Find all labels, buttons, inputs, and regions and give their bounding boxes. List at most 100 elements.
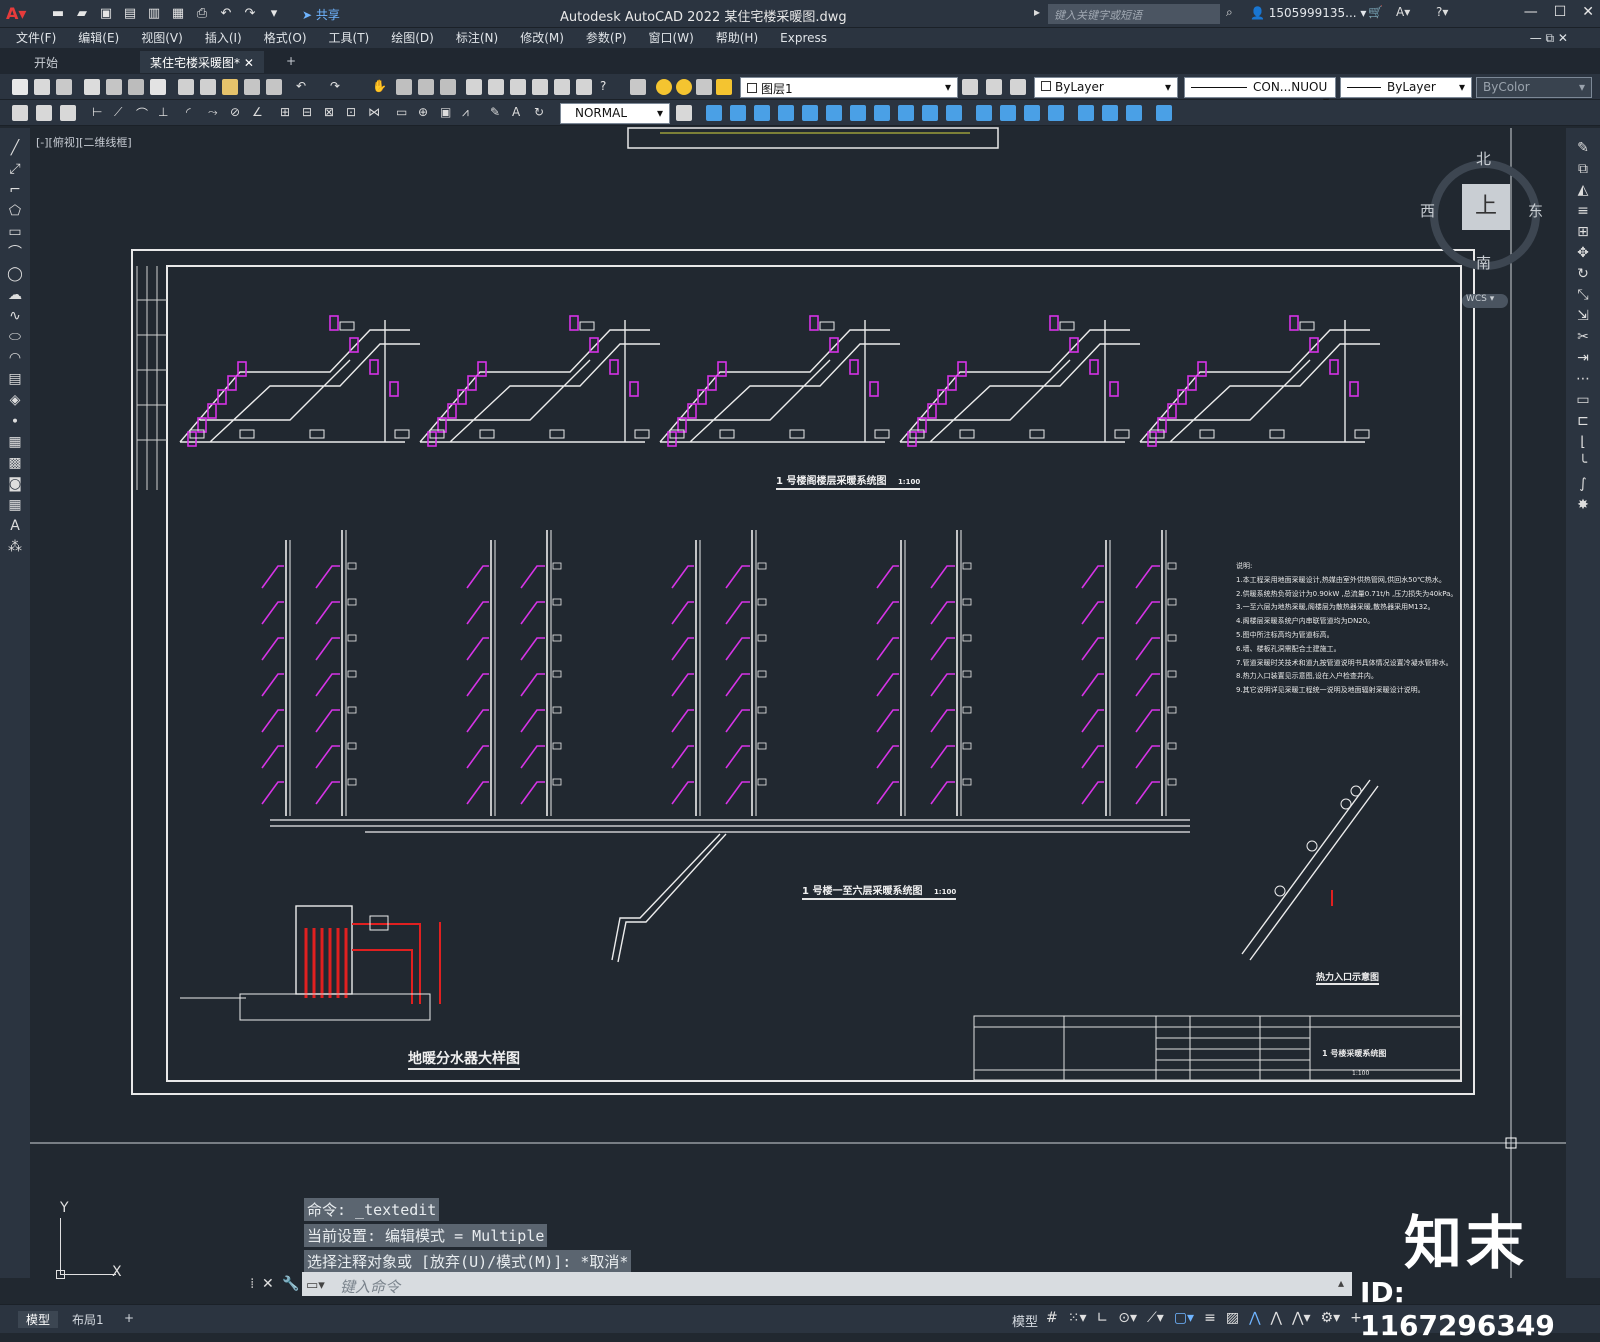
attic-heating-system-diagram — [179, 315, 1380, 447]
valve — [962, 562, 972, 570]
pipe-loop — [419, 329, 660, 443]
radiator-tag — [634, 429, 650, 439]
tab-layout1[interactable]: 布局1 — [72, 1311, 104, 1328]
ortho-icon[interactable]: ∟ — [1097, 1310, 1109, 1326]
valve — [552, 634, 562, 642]
viewcube-top-face[interactable]: 上 — [1462, 184, 1510, 230]
valve — [757, 742, 767, 750]
compass-west[interactable]: 西 — [1420, 200, 1435, 221]
valve — [552, 742, 562, 750]
floor-branch — [876, 745, 899, 769]
valve — [347, 634, 357, 642]
ucs-y-axis — [60, 1218, 61, 1274]
titleblock-sheet-name: 1 号楼采暖系统图 — [1322, 1049, 1387, 1058]
command-input[interactable] — [302, 1272, 1352, 1296]
workspace-icon[interactable]: ⚙▾ — [1321, 1310, 1341, 1326]
radiator-tag — [1029, 429, 1045, 439]
floor-branch — [930, 637, 955, 661]
command-scroll-icon[interactable]: ▴ — [1338, 1276, 1344, 1290]
radiator — [809, 315, 819, 331]
command-prompt-icon[interactable]: ▭▾ — [306, 1278, 325, 1293]
model-space-button[interactable]: 模型 — [1012, 1311, 1038, 1330]
floor-branch — [930, 601, 955, 625]
command-line-grip[interactable]: ⁞ — [250, 1276, 254, 1292]
command-close-icon[interactable]: ✕ — [262, 1276, 274, 1292]
lineweight-icon[interactable]: ≡ — [1204, 1310, 1216, 1326]
radiator-tag — [579, 321, 595, 331]
grid-icon[interactable]: # — [1046, 1310, 1058, 1326]
radiator — [609, 359, 619, 375]
polar-icon[interactable]: ⊙▾ — [1118, 1310, 1137, 1326]
brand-watermark: 知末 — [1404, 1209, 1529, 1277]
compass-north[interactable]: 北 — [1476, 148, 1491, 169]
tab-model[interactable]: 模型 — [18, 1311, 59, 1328]
osnap-icon[interactable]: ▢▾ — [1174, 1310, 1194, 1326]
floor-branch — [261, 637, 284, 661]
radiator — [1109, 381, 1119, 397]
note-line: 4.阁楼层采暖系统户内串联管道均为DN20。 — [1236, 617, 1375, 626]
valve — [1167, 634, 1177, 642]
title-block — [973, 1015, 1462, 1081]
radiator — [329, 315, 339, 331]
radiator-tag — [1059, 321, 1075, 331]
valve — [962, 598, 972, 606]
floor-branch — [520, 781, 545, 805]
floor-branch — [315, 565, 340, 589]
floor-heating-riser-diagram — [261, 530, 1190, 963]
isodraft-icon[interactable]: ⟋▾ — [1147, 1310, 1164, 1326]
radiator — [1329, 359, 1339, 375]
valve — [1167, 562, 1177, 570]
radiator — [927, 403, 937, 419]
valve — [962, 778, 972, 786]
valve — [757, 778, 767, 786]
add-layout-button[interactable]: + — [124, 1311, 134, 1325]
note-line: 3.一至六层为地热采暖,阁楼层为散热器采暖,散热器采用M132。 — [1236, 603, 1435, 612]
valve — [1167, 778, 1177, 786]
pipe-loop — [899, 329, 1140, 443]
radiator — [1147, 431, 1157, 447]
floor-branch — [315, 601, 340, 625]
radiator — [569, 315, 579, 331]
floor-branch — [520, 673, 545, 697]
compass-south[interactable]: 南 — [1476, 252, 1491, 273]
floor-branch — [930, 565, 955, 589]
wcs-menu[interactable]: WCS ▾ — [1462, 294, 1508, 308]
floor-branch — [671, 637, 694, 661]
floor-branch — [466, 601, 489, 625]
design-notes: 说明: 1.本工程采用地面采暖设计,热媒由室外供热管网,供回水50℃热水。 2.… — [1236, 560, 1457, 698]
ucs-origin-box — [56, 1270, 65, 1279]
radiator — [1349, 381, 1359, 397]
command-history-line: 当前设置: 编辑模式 = Multiple — [304, 1224, 548, 1247]
valve — [552, 778, 562, 786]
auto-scale-icon[interactable]: ⋀ — [1271, 1310, 1282, 1326]
radiator-tag — [874, 429, 890, 439]
compass-east[interactable]: 东 — [1528, 200, 1543, 221]
viewcube[interactable]: 上 北 南 东 西 — [1420, 148, 1544, 278]
floor-branch — [315, 709, 340, 733]
valve — [347, 778, 357, 786]
valve — [552, 706, 562, 714]
valve — [347, 670, 357, 678]
radiator — [687, 403, 697, 419]
snap-icon[interactable]: ⁙▾ — [1068, 1310, 1087, 1326]
radiator-tag — [1199, 429, 1215, 439]
radiator — [427, 431, 437, 447]
floor-branch — [466, 565, 489, 589]
floor-branch — [725, 601, 750, 625]
attic-diagram-title: 1 号楼阁楼层采暖系统图 1:100 — [776, 472, 921, 490]
valve — [552, 670, 562, 678]
transparency-icon[interactable]: ▨ — [1226, 1310, 1239, 1326]
pipe-loop — [659, 329, 900, 443]
note-line: 1.本工程采用地面采暖设计,热媒由室外供热管网,供回水50℃热水。 — [1236, 575, 1446, 584]
command-customize-icon[interactable]: 🔧 — [282, 1276, 299, 1292]
ucs-y-label: Y — [60, 1200, 69, 1216]
valve — [552, 562, 562, 570]
annotation-visibility-icon[interactable]: ⋀ — [1249, 1310, 1260, 1326]
valve — [757, 598, 767, 606]
main-header — [270, 819, 1190, 833]
annotation-scale-icon[interactable]: ⋀▾ — [1292, 1310, 1311, 1326]
floor-branch — [876, 637, 899, 661]
valve — [757, 706, 767, 714]
floor-branch — [1081, 637, 1104, 661]
floor-branch — [725, 637, 750, 661]
